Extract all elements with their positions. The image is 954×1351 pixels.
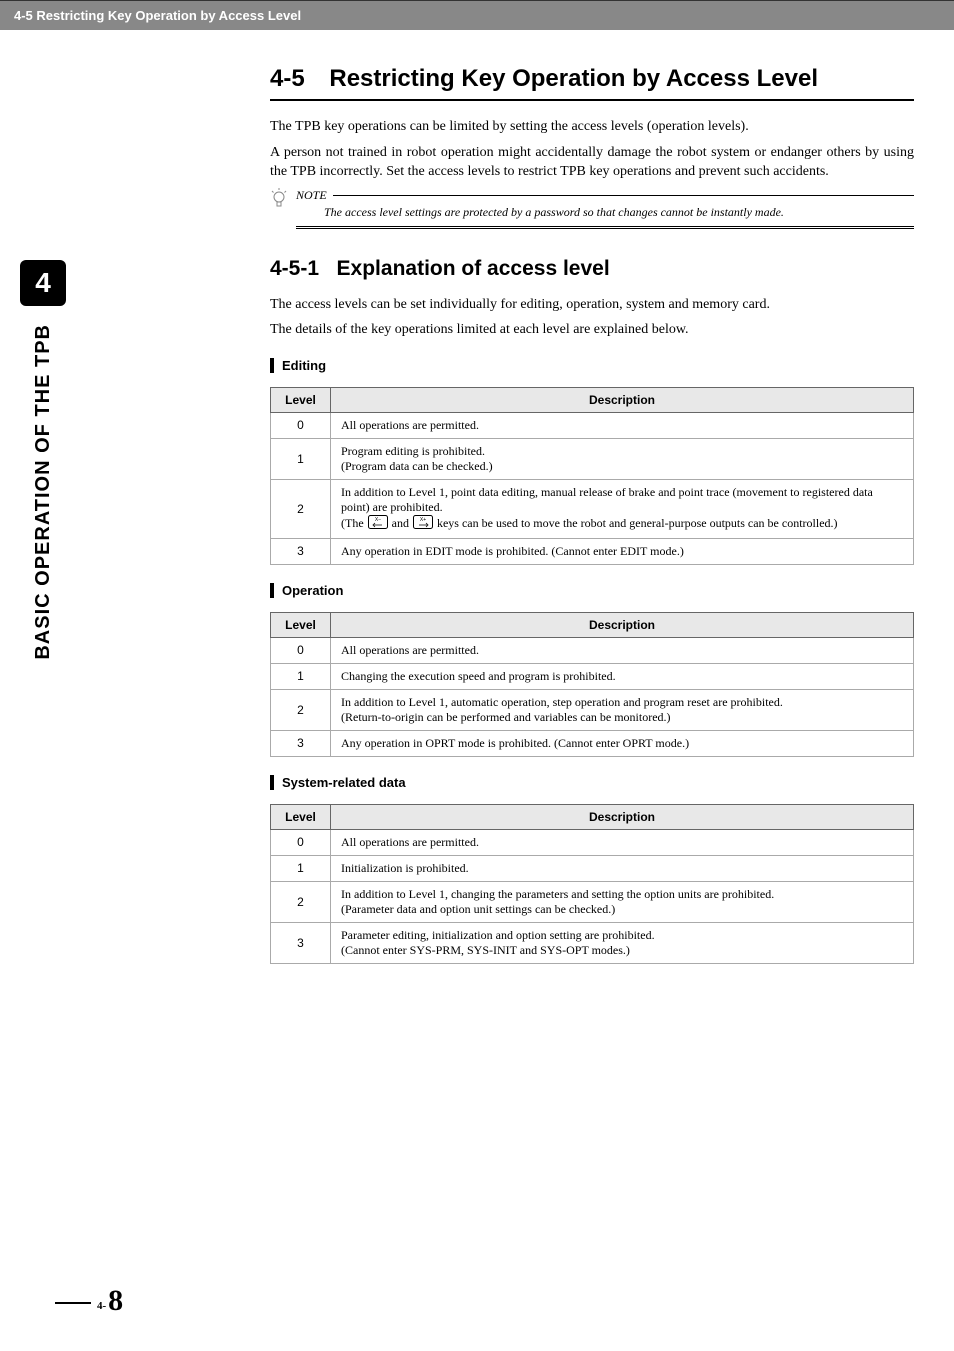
desc-cell: All operations are permitted.	[331, 637, 914, 663]
system-table: Level Description 0 All operations are p…	[270, 804, 914, 964]
footer-page: 8	[108, 1286, 123, 1316]
operation-table: Level Description 0 All operations are p…	[270, 612, 914, 757]
level-cell: 3	[271, 730, 331, 756]
table-row: 1 Changing the execution speed and progr…	[271, 663, 914, 689]
table-row: 0 All operations are permitted.	[271, 412, 914, 438]
editing-table: Level Description 0 All operations are p…	[270, 387, 914, 565]
table-row: 0 All operations are permitted.	[271, 829, 914, 855]
level-cell: 2	[271, 881, 331, 922]
table-header-row: Level Description	[271, 387, 914, 412]
col-desc: Description	[331, 804, 914, 829]
system-heading: System-related data	[270, 775, 914, 790]
level-cell: 0	[271, 829, 331, 855]
desc-cell: Initialization is prohibited.	[331, 855, 914, 881]
subsection-title: 4-5-1 Explanation of access level	[270, 257, 914, 281]
subsection-p1: The access levels can be set individuall…	[270, 295, 914, 315]
level-cell: 0	[271, 412, 331, 438]
table-row: 2 In addition to Level 1, changing the p…	[271, 881, 914, 922]
desc-cell: Any operation in EDIT mode is prohibited…	[331, 538, 914, 564]
chapter-number: 4	[35, 267, 51, 299]
subsection-title-text: Explanation of access level	[337, 257, 610, 280]
svg-text:X−: X−	[375, 517, 381, 523]
desc-cell: All operations are permitted.	[331, 829, 914, 855]
note-block: NOTE The access level settings are prote…	[270, 188, 914, 229]
breadcrumb-bar: 4-5 Restricting Key Operation by Access …	[0, 0, 954, 30]
sidebar: 4 BASIC OPERATION OF THE TPB	[20, 260, 66, 660]
intro-paragraph-2: A person not trained in robot operation …	[270, 143, 914, 182]
note-label: NOTE	[296, 188, 327, 203]
subsection-p2: The details of the key operations limite…	[270, 320, 914, 340]
table-row: 3 Any operation in OPRT mode is prohibit…	[271, 730, 914, 756]
sidebar-title: BASIC OPERATION OF THE TPB	[32, 324, 55, 660]
level-cell: 2	[271, 479, 331, 538]
table-row: 2 In addition to Level 1, point data edi…	[271, 479, 914, 538]
desc-cell: Changing the execution speed and program…	[331, 663, 914, 689]
col-level: Level	[271, 804, 331, 829]
desc-cell: Any operation in OPRT mode is prohibited…	[331, 730, 914, 756]
desc-cell: Program editing is prohibited. (Program …	[331, 438, 914, 479]
col-desc: Description	[331, 387, 914, 412]
note-divider-bottom	[296, 226, 914, 229]
table-row: 3 Parameter editing, initialization and …	[271, 922, 914, 963]
level-cell: 1	[271, 663, 331, 689]
table-row: 2 In addition to Level 1, automatic oper…	[271, 689, 914, 730]
desc-cell: Parameter editing, initialization and op…	[331, 922, 914, 963]
table-header-row: Level Description	[271, 804, 914, 829]
level-cell: 3	[271, 538, 331, 564]
lightbulb-icon	[270, 188, 288, 215]
col-level: Level	[271, 387, 331, 412]
footer-chapter: 4-	[97, 1300, 106, 1312]
note-text: The access level settings are protected …	[296, 203, 914, 222]
main-content: 4-5 Restricting Key Operation by Access …	[0, 30, 954, 964]
section-title-text: Restricting Key Operation by Access Leve…	[329, 65, 818, 92]
table-row: 1 Initialization is prohibited.	[271, 855, 914, 881]
breadcrumb-text: 4-5 Restricting Key Operation by Access …	[14, 8, 301, 23]
x-minus-key-icon: X−	[368, 515, 388, 533]
table-header-row: Level Description	[271, 612, 914, 637]
level-cell: 2	[271, 689, 331, 730]
note-divider-top	[333, 195, 914, 196]
intro-paragraph-1: The TPB key operations can be limited by…	[270, 117, 914, 137]
level-cell: 1	[271, 855, 331, 881]
col-level: Level	[271, 612, 331, 637]
col-desc: Description	[331, 612, 914, 637]
desc-cell: All operations are permitted.	[331, 412, 914, 438]
section-number: 4-5	[270, 65, 305, 92]
level-cell: 0	[271, 637, 331, 663]
section-title: 4-5 Restricting Key Operation by Access …	[270, 65, 914, 101]
desc-cell: In addition to Level 1, automatic operat…	[331, 689, 914, 730]
level-cell: 3	[271, 922, 331, 963]
editing-heading: Editing	[270, 358, 914, 373]
footer-dash	[55, 1302, 91, 1304]
table-row: 3 Any operation in EDIT mode is prohibit…	[271, 538, 914, 564]
page-footer: 4- 8	[55, 1286, 123, 1316]
desc-cell: In addition to Level 1, changing the par…	[331, 881, 914, 922]
desc-cell: In addition to Level 1, point data editi…	[331, 479, 914, 538]
level-cell: 1	[271, 438, 331, 479]
subsection-number: 4-5-1	[270, 257, 319, 280]
chapter-tab: 4	[20, 260, 66, 306]
svg-text:X+: X+	[420, 517, 426, 523]
operation-heading: Operation	[270, 583, 914, 598]
x-plus-key-icon: X+	[413, 515, 433, 533]
table-row: 0 All operations are permitted.	[271, 637, 914, 663]
table-row: 1 Program editing is prohibited. (Progra…	[271, 438, 914, 479]
